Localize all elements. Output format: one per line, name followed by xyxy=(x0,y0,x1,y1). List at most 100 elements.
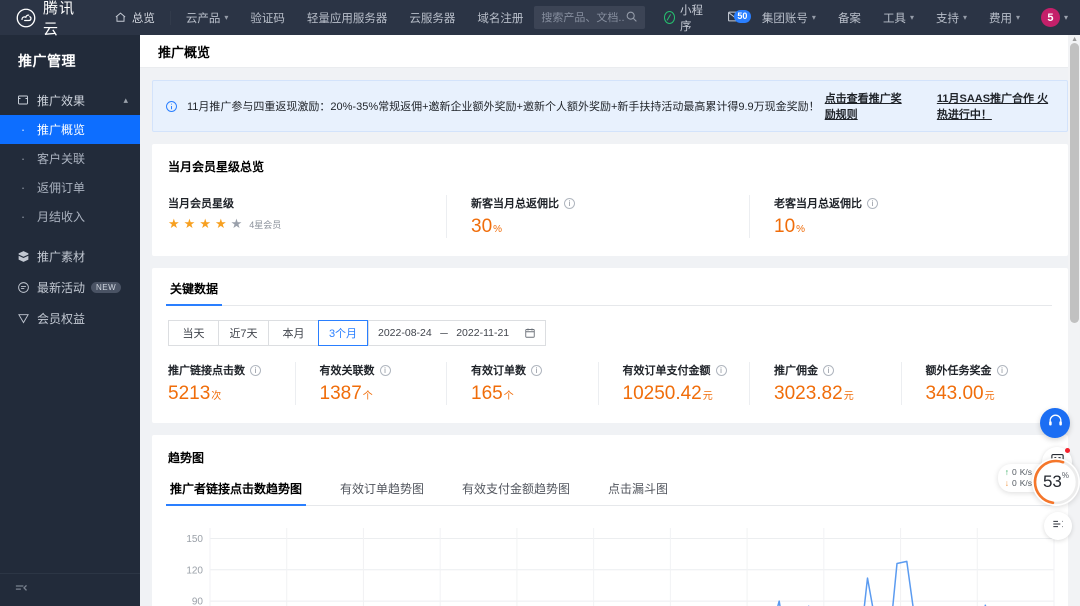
home-icon xyxy=(114,11,127,24)
search-input[interactable] xyxy=(541,11,625,24)
stat-order-payment-amount-value: 10250.42 xyxy=(622,383,702,404)
banner-rules-link[interactable]: 点击查看推广奖励规则 xyxy=(825,90,903,122)
chevron-down-icon: ▾ xyxy=(1015,13,1020,22)
range-button-today[interactable]: 当天 xyxy=(168,320,218,346)
collapse-sidebar-icon xyxy=(14,581,29,599)
chevron-down-icon: ▾ xyxy=(1063,13,1068,22)
calendar-icon[interactable] xyxy=(524,327,536,339)
info-icon[interactable]: i xyxy=(996,364,1008,376)
stat-extra-bonus-label-text: 额外任务奖金 xyxy=(925,365,992,377)
star-icon-empty: ★ xyxy=(230,216,243,231)
nav-item-captcha[interactable]: 验证码 xyxy=(239,0,296,35)
page-title: 推广概览 xyxy=(140,35,1080,68)
content-area: 11月推广参与四重返现激励：20%-35%常规返佣+邀新企业额外奖励+邀新个人额… xyxy=(140,68,1080,606)
search-box[interactable] xyxy=(534,6,645,29)
sidebar-item-promotion-overview[interactable]: · 推广概览 xyxy=(0,115,140,144)
date-range-input[interactable]: 2022-08-24 － 2022-11-21 xyxy=(368,320,547,346)
info-icon[interactable]: i xyxy=(715,364,727,376)
svg-text:90: 90 xyxy=(192,597,204,606)
trend-card-title: 趋势图 xyxy=(168,451,205,465)
sidebar-collapse-button[interactable] xyxy=(0,573,140,606)
cpu-gauge-widget[interactable]: 53 % xyxy=(1032,458,1080,506)
bullet-icon: · xyxy=(20,122,26,137)
range-button-this-month[interactable]: 本月 xyxy=(268,320,318,346)
info-icon[interactable]: i xyxy=(564,197,575,209)
stat-valid-relations-value-wrap: 1387个 xyxy=(320,383,433,405)
range-button-3months[interactable]: 3个月 xyxy=(318,320,368,346)
info-icon[interactable]: i xyxy=(379,364,391,376)
stat-link-clicks-value: 5213 xyxy=(168,383,211,404)
sidebar-item-member-benefits[interactable]: 会员权益 xyxy=(0,303,140,334)
date-range-selector: 当天 近7天 本月 3个月 2022-08-24 － 2022-11-21 xyxy=(168,320,1052,346)
banner-saas-link[interactable]: 11月SAAS推广合作 火热进行中！ xyxy=(937,90,1055,122)
stat-new-customer-commission-value-wrap: 30% xyxy=(471,216,735,238)
page-scrollbar-thumb[interactable] xyxy=(1070,43,1079,323)
sidebar-item-monthly-income[interactable]: · 月结收入 xyxy=(0,202,140,231)
nav-item-billing[interactable]: 费用 ▾ xyxy=(978,0,1031,35)
tab-payment-trend[interactable]: 有效支付金额趋势图 xyxy=(460,480,572,505)
nav-item-domain[interactable]: 域名注册 xyxy=(466,0,534,35)
sidebar-item-latest-activity[interactable]: 最新活动 NEW xyxy=(0,272,140,303)
sidebar-title: 推广管理 xyxy=(18,53,76,69)
scroll-up-arrow-icon[interactable]: ▲ xyxy=(1071,36,1078,43)
nav-item-cloud-products[interactable]: 云产品 ▾ xyxy=(175,0,240,35)
info-icon[interactable]: i xyxy=(867,197,878,209)
headset-icon xyxy=(1047,412,1064,434)
cloud-logo-icon xyxy=(16,8,36,28)
tab-order-trend[interactable]: 有效订单趋势图 xyxy=(338,480,426,505)
sidebar-item-commission-orders-label: 返佣订单 xyxy=(37,181,86,195)
stat-new-customer-commission-unit: % xyxy=(493,224,503,235)
nav-messages[interactable]: 50 xyxy=(718,9,751,27)
nav-item-tools[interactable]: 工具 ▾ xyxy=(872,0,925,35)
stat-extra-bonus: 额外任务奖金 i 343.00元 xyxy=(900,362,1053,405)
search-icon[interactable] xyxy=(625,10,638,26)
svg-text:120: 120 xyxy=(186,565,203,576)
range-button-7days-label: 近7天 xyxy=(229,328,258,340)
tab-click-trend[interactable]: 推广者链接点击数趋势图 xyxy=(165,480,307,506)
stat-new-customer-commission-value: 30 xyxy=(471,216,493,237)
customer-service-button[interactable] xyxy=(1040,408,1070,438)
nav-item-tools-label: 工具 xyxy=(882,12,906,25)
info-icon[interactable]: i xyxy=(823,364,834,376)
nav-item-beian[interactable]: 备案 xyxy=(827,0,872,35)
sidebar-group-promotion-effect[interactable]: 推广效果 ▴ xyxy=(0,85,140,115)
bullet-icon: · xyxy=(20,151,26,166)
info-icon[interactable]: i xyxy=(531,364,542,376)
avatar: 5 xyxy=(1040,8,1060,27)
stat-extra-bonus-value: 343.00 xyxy=(925,383,984,404)
nav-item-beian-label: 备案 xyxy=(837,12,861,25)
brand-name: 腾讯云 xyxy=(43,0,76,38)
brand-logo[interactable]: 腾讯云 xyxy=(16,0,81,39)
stat-valid-relations-unit: 个 xyxy=(362,391,373,402)
nav-item-group-account[interactable]: 集团账号 ▾ xyxy=(751,0,827,35)
nav-mini-program[interactable]: 小程序 xyxy=(655,2,718,34)
tab-key-data[interactable]: 关键数据 xyxy=(165,280,223,306)
nav-item-support[interactable]: 支持 ▾ xyxy=(925,0,978,35)
mini-program-icon xyxy=(663,11,675,24)
sidebar-item-promotion-material[interactable]: 推广素材 xyxy=(0,241,140,272)
network-download-unit: K/s xyxy=(1019,478,1032,488)
range-button-7days[interactable]: 近7天 xyxy=(218,320,268,346)
nav-item-cvm-label: 云服务器 xyxy=(409,12,456,25)
sidebar-item-customer-relation[interactable]: · 客户关联 xyxy=(0,144,140,173)
star-icon: ★ xyxy=(183,216,196,231)
sidebar-item-commission-orders[interactable]: · 返佣订单 xyxy=(0,173,140,202)
nav-item-overview-label: 总览 xyxy=(131,12,155,25)
nav-item-lighthouse[interactable]: 轻量应用服务器 xyxy=(296,0,399,35)
quick-list-button[interactable] xyxy=(1044,512,1072,540)
shield-icon xyxy=(16,312,30,325)
stat-valid-relations-value: 1387 xyxy=(319,383,362,404)
user-menu[interactable]: 5 ▾ xyxy=(1031,8,1080,27)
sidebar-group-label: 推广效果 xyxy=(37,93,86,108)
nav-item-cvm[interactable]: 云服务器 xyxy=(398,0,466,35)
nav-item-overview[interactable]: 总览 xyxy=(103,0,166,35)
stat-valid-orders-value-wrap: 165个 xyxy=(471,383,584,405)
info-icon[interactable]: i xyxy=(250,364,261,376)
chevron-down-icon: ▾ xyxy=(962,13,967,22)
stat-link-clicks-label-text: 推广链接点击数 xyxy=(168,365,245,377)
gauge-ring xyxy=(1033,459,1079,505)
tab-key-data-label: 关键数据 xyxy=(170,282,219,296)
stat-old-customer-commission-unit: % xyxy=(796,224,806,235)
tab-click-funnel[interactable]: 点击漏斗图 xyxy=(606,480,670,505)
stat-valid-relations-label-text: 有效关联数 xyxy=(319,365,375,377)
